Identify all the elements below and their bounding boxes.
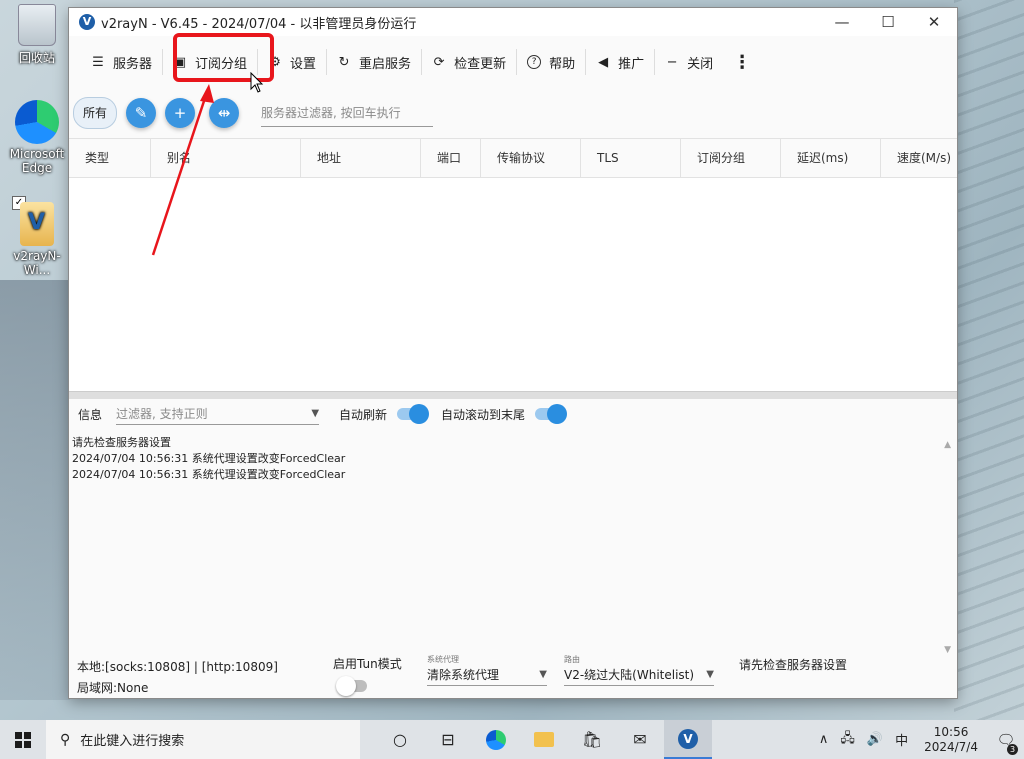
volume-icon[interactable]: 🔊 [861,732,889,747]
system-tray: ∧ 🖧 🔊 中 10:56 2024/7/4 🗨 3 [813,725,1024,755]
folder-icon [534,732,554,747]
task-view-icon: ⊟ [441,730,455,749]
notification-center-button[interactable]: 🗨 3 [988,731,1024,755]
clock-date: 2024/7/4 [924,739,978,754]
taskbar-clock[interactable]: 10:56 2024/7/4 [914,725,988,755]
task-view-button[interactable]: ○ [376,720,424,759]
mail-icon: ✉ [633,730,647,749]
mouse-cursor-icon [250,72,264,93]
store-bag-icon: 🛍 [581,730,603,749]
network-icon[interactable]: 🖧 [834,729,861,751]
taskbar-store-button[interactable]: 🛍 [568,720,616,759]
clock-time: 10:56 [933,724,969,739]
annotation-arrow-shaft [151,91,209,256]
taskbar: ⚲ 在此键入进行搜索 ○ ⊟ 🛍 ✉ V ∧ 🖧 🔊 中 10:56 2024/… [0,720,1024,759]
notification-count-badge: 3 [1007,743,1018,755]
annotation-arrow-head [200,84,214,103]
task-view-icon-button[interactable]: ⊟ [424,720,472,759]
taskbar-search-placeholder: 在此键入进行搜索 [80,734,185,749]
taskbar-explorer-button[interactable] [520,720,568,759]
taskbar-edge-button[interactable] [472,720,520,759]
annotation-arrow [151,84,214,256]
taskbar-mail-button[interactable]: ✉ [616,720,664,759]
v2rayn-icon: V [678,728,698,749]
tray-overflow-chevron-icon[interactable]: ∧ [813,732,835,747]
cortana-circle-icon: ○ [393,730,407,749]
start-button[interactable] [0,720,46,759]
edge-icon [486,729,506,750]
taskbar-search-box[interactable]: ⚲ 在此键入进行搜索 [46,720,360,759]
windows-logo-icon [15,731,31,748]
ime-indicator[interactable]: 中 [889,730,914,749]
taskbar-v2rayn-button[interactable]: V [664,720,712,759]
search-icon: ⚲ [60,731,71,748]
